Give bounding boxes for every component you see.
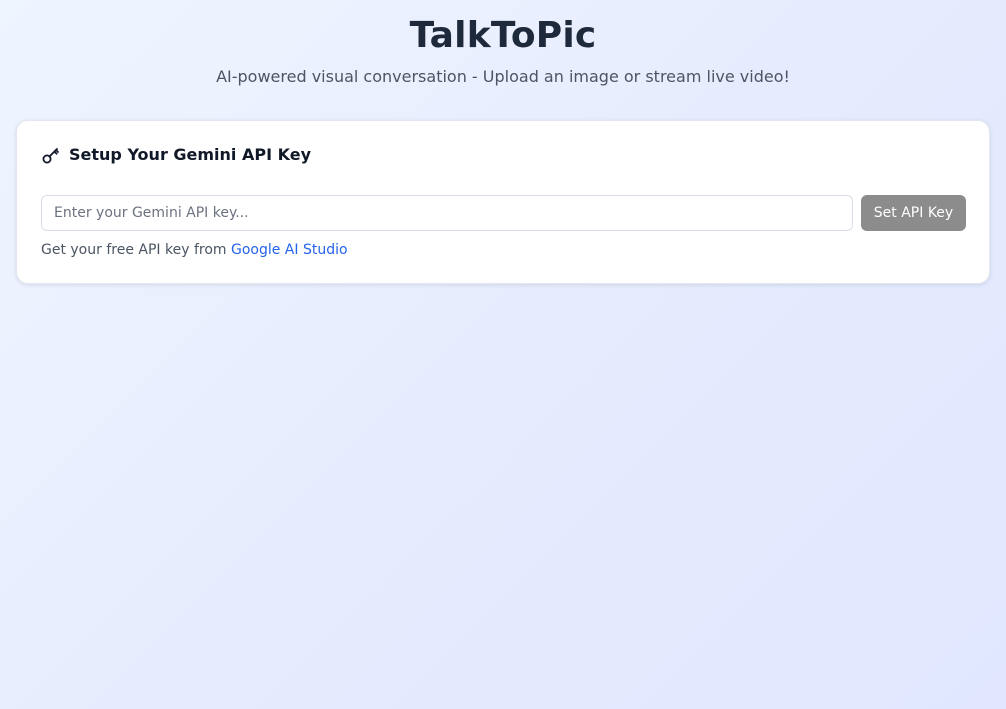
api-key-help-text: Get your free API key from Google AI Stu… xyxy=(41,241,348,259)
api-key-help-prefix: Get your free API key from xyxy=(41,242,231,258)
api-key-card: Setup Your Gemini API Key Set API Key Ge… xyxy=(16,120,990,284)
app-subtitle: AI-powered visual conversation - Upload … xyxy=(216,67,790,86)
api-key-card-title: Setup Your Gemini API Key xyxy=(69,145,312,164)
api-key-input[interactable] xyxy=(41,195,853,231)
api-key-card-header: Setup Your Gemini API Key xyxy=(41,145,311,165)
api-key-input-row: Set API Key xyxy=(41,195,966,231)
google-ai-studio-link[interactable]: Google AI Studio xyxy=(231,242,348,258)
app-title: TalkToPic xyxy=(409,15,597,56)
page-header: TalkToPic AI-powered visual conversation… xyxy=(0,0,1006,87)
set-api-key-button[interactable]: Set API Key xyxy=(861,195,966,231)
key-icon xyxy=(41,145,61,165)
